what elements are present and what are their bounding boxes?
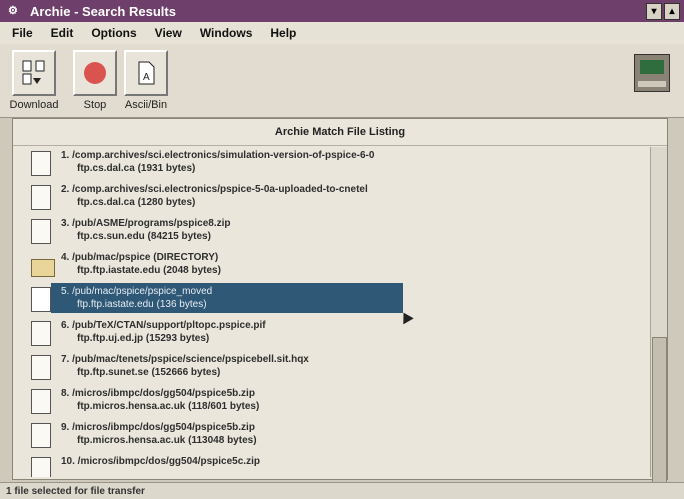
item-path: 5. /pub/mac/pspice/pspice_moved — [61, 286, 213, 297]
item-info: ftp.ftp.uj.ed.jp (15293 bytes) — [77, 333, 210, 344]
app-window: ⚙ Archie - Search Results ▾ ▴ File Edit … — [0, 0, 684, 499]
computer-icon — [634, 54, 670, 92]
download-icon — [22, 60, 45, 85]
menu-file[interactable]: File — [12, 26, 33, 40]
item-path: 6. /pub/TeX/CTAN/support/pltopc.pspice.p… — [61, 320, 266, 331]
vertical-scrollbar[interactable] — [650, 147, 667, 489]
item-path: 4. /pub/mac/pspice (DIRECTORY) — [61, 252, 219, 263]
document-icon: A — [138, 61, 155, 85]
item-path: 3. /pub/ASME/programs/pspice8.zip — [61, 218, 231, 229]
status-bar: 1 file selected for file transfer — [0, 482, 684, 499]
file-icon — [31, 219, 51, 244]
list-item-selected[interactable]: 5. /pub/mac/pspice/pspice_moved ftp.ftp.… — [13, 283, 649, 317]
file-icon — [31, 185, 51, 210]
menu-help[interactable]: Help — [270, 26, 296, 40]
list-item[interactable]: 10. /micros/ibmpc/dos/gg504/pspice5c.zip — [13, 453, 649, 477]
title-bar: ⚙ Archie - Search Results ▾ ▴ — [0, 0, 684, 22]
svg-text:A: A — [143, 72, 150, 83]
item-path: 10. /micros/ibmpc/dos/gg504/pspice5c.zip — [61, 456, 260, 467]
window-title: Archie - Search Results — [30, 3, 176, 19]
stop-label: Stop — [83, 99, 107, 111]
file-icon — [31, 457, 51, 477]
file-icon — [31, 321, 51, 346]
file-icon — [31, 355, 51, 380]
results-list: 1. /comp.archives/sci.electronics/simula… — [13, 147, 649, 477]
item-path: 1. /comp.archives/sci.electronics/simula… — [61, 150, 375, 161]
ascii-bin-button[interactable]: A Ascii/Bin — [120, 50, 172, 114]
file-icon — [31, 389, 51, 414]
item-info: ftp.ftp.iastate.edu (2048 bytes) — [77, 265, 221, 276]
maximize-button[interactable]: ▴ — [664, 3, 680, 20]
scrollbar-thumb[interactable] — [652, 337, 667, 489]
list-item[interactable]: 6. /pub/TeX/CTAN/support/pltopc.pspice.p… — [13, 317, 649, 351]
ascii-bin-label: Ascii/Bin — [124, 99, 168, 111]
menu-options[interactable]: Options — [91, 26, 136, 40]
results-panel: Archie Match File Listing 1. /comp.archi… — [12, 118, 668, 489]
item-path: 7. /pub/mac/tenets/pspice/science/pspice… — [61, 354, 309, 365]
item-info: ftp.ftp.sunet.se (152666 bytes) — [77, 367, 221, 378]
list-item[interactable]: 1. /comp.archives/sci.electronics/simula… — [13, 147, 649, 181]
list-item[interactable]: 2. /comp.archives/sci.electronics/pspice… — [13, 181, 649, 215]
stop-button[interactable]: Stop — [72, 50, 118, 114]
item-info: ftp.cs.dal.ca (1280 bytes) — [77, 197, 196, 208]
menu-bar: File Edit Options View Windows Help — [0, 22, 684, 44]
item-info: ftp.cs.sun.edu (84215 bytes) — [77, 231, 211, 242]
file-icon — [31, 423, 51, 448]
item-info: ftp.micros.hensa.ac.uk (118/601 bytes) — [77, 401, 260, 412]
item-path: 8. /micros/ibmpc/dos/gg504/pspice5b.zip — [61, 388, 255, 399]
item-info: ftp.cs.dal.ca (1931 bytes) — [77, 163, 196, 174]
stop-icon — [84, 62, 106, 84]
window-controls: ▾ ▴ — [646, 3, 680, 20]
system-menu-icon[interactable]: ⚙ — [8, 4, 24, 18]
menu-view[interactable]: View — [155, 26, 182, 40]
folder-icon — [31, 259, 55, 277]
list-item[interactable]: 9. /micros/ibmpc/dos/gg504/pspice5b.zip … — [13, 419, 649, 453]
item-path: 9. /micros/ibmpc/dos/gg504/pspice5b.zip — [61, 422, 255, 433]
download-label: Download — [9, 99, 59, 111]
item-path: 2. /comp.archives/sci.electronics/pspice… — [61, 184, 368, 195]
menu-windows[interactable]: Windows — [200, 26, 253, 40]
file-icon — [31, 287, 51, 312]
item-info: ftp.micros.hensa.ac.uk (113048 bytes) — [77, 435, 257, 446]
item-info: ftp.ftp.iastate.edu (136 bytes) — [77, 299, 207, 310]
list-item[interactable]: 7. /pub/mac/tenets/pspice/science/pspice… — [13, 351, 649, 385]
menu-edit[interactable]: Edit — [51, 26, 74, 40]
file-icon — [31, 151, 51, 176]
download-button[interactable]: Download — [8, 50, 60, 114]
toolbar: Download Stop A Ascii/Bin — [0, 44, 684, 118]
list-item[interactable]: 8. /micros/ibmpc/dos/gg504/pspice5b.zip … — [13, 385, 649, 419]
minimize-button[interactable]: ▾ — [646, 3, 662, 20]
list-item[interactable]: 3. /pub/ASME/programs/pspice8.zip ftp.cs… — [13, 215, 649, 249]
list-header: Archie Match File Listing — [13, 119, 667, 146]
list-item[interactable]: 4. /pub/mac/pspice (DIRECTORY) ftp.ftp.i… — [13, 249, 649, 283]
